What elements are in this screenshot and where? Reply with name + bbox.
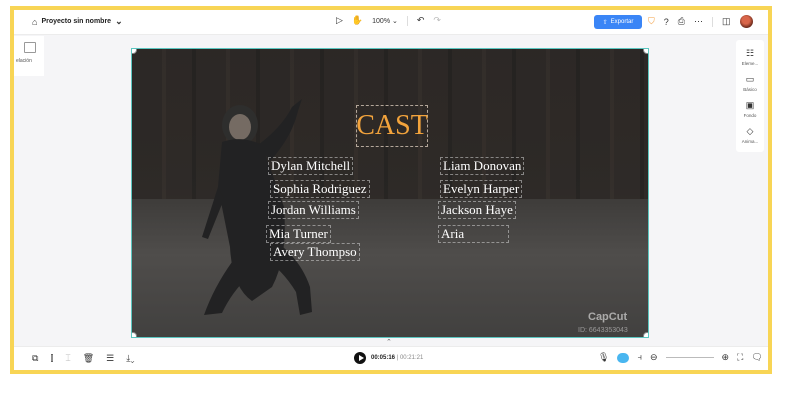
layout-icon[interactable]: ◫ bbox=[722, 16, 731, 27]
shield-icon[interactable]: ⛉ bbox=[648, 16, 655, 27]
help-icon[interactable]: ? bbox=[664, 17, 669, 27]
left-panel-label: elación bbox=[16, 58, 32, 64]
background-icon: ▣ bbox=[745, 100, 755, 110]
top-right-tools: ⛉ ? ⎙ ⋯ ◫ bbox=[648, 15, 753, 28]
timeline-right-tools: 🎙 ⫞ ⊖ ⊕ ⛶ 🗨 bbox=[598, 352, 763, 363]
tab-background[interactable]: ▣ Fondo bbox=[736, 100, 764, 118]
zoom-in-icon[interactable]: ⊕ bbox=[722, 352, 730, 363]
current-time: 00:05:16 bbox=[371, 355, 396, 361]
cast-name[interactable]: Avery Thompso bbox=[270, 243, 360, 261]
cast-name[interactable]: Sophia Rodriguez bbox=[270, 180, 370, 198]
tab-basic-label: Básico bbox=[743, 87, 757, 92]
delete-icon[interactable]: 🗑 bbox=[83, 353, 94, 364]
resize-handle[interactable] bbox=[643, 49, 648, 54]
tab-background-label: Fondo bbox=[743, 113, 757, 118]
cast-name[interactable]: Jackson Haye bbox=[438, 201, 516, 219]
hand-icon[interactable]: ✋ bbox=[352, 15, 363, 26]
editor-window: ⌂ Proyecto sin nombre ⌄ ▷ ✋ 100% ⌄ ↶ ↷ ⇧… bbox=[14, 10, 768, 370]
divider bbox=[711, 16, 713, 27]
total-time: 00:21:21 bbox=[399, 355, 424, 361]
watermark-logo: CapCut bbox=[588, 311, 628, 323]
tab-basic[interactable]: ▭ Básico bbox=[736, 74, 764, 92]
video-canvas[interactable]: CAST Dylan Mitchell Sophia Rodriguez Jor… bbox=[131, 48, 649, 338]
play-button[interactable] bbox=[354, 352, 366, 364]
tab-animation-label: Anima... bbox=[741, 139, 759, 144]
relation-icon bbox=[24, 42, 36, 53]
pointer-icon[interactable]: ▷ bbox=[336, 15, 343, 26]
microphone-icon[interactable]: 🎙 bbox=[598, 352, 609, 363]
layers-icon[interactable]: ⧉ bbox=[32, 353, 38, 364]
zoom-out-icon[interactable]: ⊖ bbox=[650, 352, 658, 363]
cast-name[interactable]: Aria bbox=[438, 225, 510, 243]
canvas-tools: ▷ ✋ 100% ⌄ ↶ ↷ bbox=[336, 15, 441, 26]
basic-icon: ▭ bbox=[745, 74, 755, 84]
redo-icon[interactable]: ↷ bbox=[433, 15, 441, 26]
undo-icon[interactable]: ↶ bbox=[417, 15, 425, 26]
snap-toggle[interactable] bbox=[617, 352, 630, 363]
tab-animation[interactable]: ◇ Anima... bbox=[736, 126, 764, 144]
download-icon[interactable]: ⤓⌄ bbox=[126, 353, 134, 364]
cast-name[interactable]: Evelyn Harper bbox=[440, 180, 523, 198]
tab-elements-label: Eleme... bbox=[741, 61, 759, 66]
cast-name[interactable]: Dylan Mitchell bbox=[268, 157, 354, 175]
timeline-tools: ⧉ ⫿ ⌶ 🗑 ☰ ⤓⌄ bbox=[32, 353, 134, 364]
split-icon[interactable]: ⫿ bbox=[50, 353, 53, 364]
more-icon[interactable]: ⋯ bbox=[694, 16, 703, 27]
top-toolbar: ⌂ Proyecto sin nombre ⌄ ▷ ✋ 100% ⌄ ↶ ↷ ⇧… bbox=[14, 10, 768, 35]
cast-name[interactable]: Liam Donovan bbox=[440, 157, 525, 175]
split-audio-icon[interactable]: ⫞ bbox=[637, 352, 642, 363]
tab-elements[interactable]: ☷ Eleme... bbox=[736, 48, 764, 66]
chevron-down-icon: ⌄ bbox=[115, 16, 123, 26]
left-panel-tab[interactable]: elación bbox=[14, 36, 44, 76]
trim-icon[interactable]: ⌶ bbox=[65, 353, 70, 364]
fit-icon[interactable]: ⛶ bbox=[737, 352, 743, 363]
divider bbox=[406, 15, 408, 26]
resize-handle[interactable] bbox=[643, 332, 648, 337]
zoom-slider[interactable] bbox=[665, 357, 714, 358]
resize-handle[interactable] bbox=[132, 332, 137, 337]
title-textbox[interactable]: CAST bbox=[356, 105, 428, 147]
export-button[interactable]: ⇧ Exportar bbox=[594, 15, 642, 29]
cast-title: CAST bbox=[356, 110, 428, 141]
sliders-icon: ☷ bbox=[745, 48, 755, 58]
home-icon: ⌂ bbox=[32, 16, 38, 27]
right-properties-panel: ☷ Eleme... ▭ Básico ▣ Fondo ◇ Anima... bbox=[736, 40, 764, 152]
bottom-toolbar: ⧉ ⫿ ⌶ 🗑 ☰ ⤓⌄ 00:05:16 | 00:21:21 🎙 ⫞ ⊖ ⊕… bbox=[14, 346, 768, 370]
cast-name[interactable]: Mia Turner bbox=[266, 225, 331, 243]
timeline-collapse-icon[interactable]: ⌃ bbox=[386, 338, 392, 346]
cast-name[interactable]: Jordan Williams bbox=[268, 201, 359, 219]
caption-icon[interactable]: ☰ bbox=[106, 353, 114, 364]
avatar[interactable] bbox=[739, 15, 753, 28]
time-display: 00:05:16 | 00:21:21 bbox=[371, 355, 424, 361]
zoom-value: 100% bbox=[372, 17, 391, 25]
watermark-id: ID: 6643353043 bbox=[578, 327, 628, 334]
project-name: Proyecto sin nombre bbox=[41, 18, 112, 25]
upload-icon: ⇧ bbox=[602, 19, 608, 26]
zoom-select[interactable]: 100% ⌄ bbox=[372, 17, 398, 25]
comment-icon[interactable]: 🗨 bbox=[751, 352, 762, 363]
animation-icon: ◇ bbox=[746, 126, 754, 136]
project-menu[interactable]: ⌂ Proyecto sin nombre ⌄ bbox=[32, 16, 123, 27]
print-icon[interactable]: ⎙ bbox=[678, 16, 685, 27]
export-label: Exportar bbox=[610, 19, 634, 25]
dark-overlay bbox=[132, 49, 648, 337]
